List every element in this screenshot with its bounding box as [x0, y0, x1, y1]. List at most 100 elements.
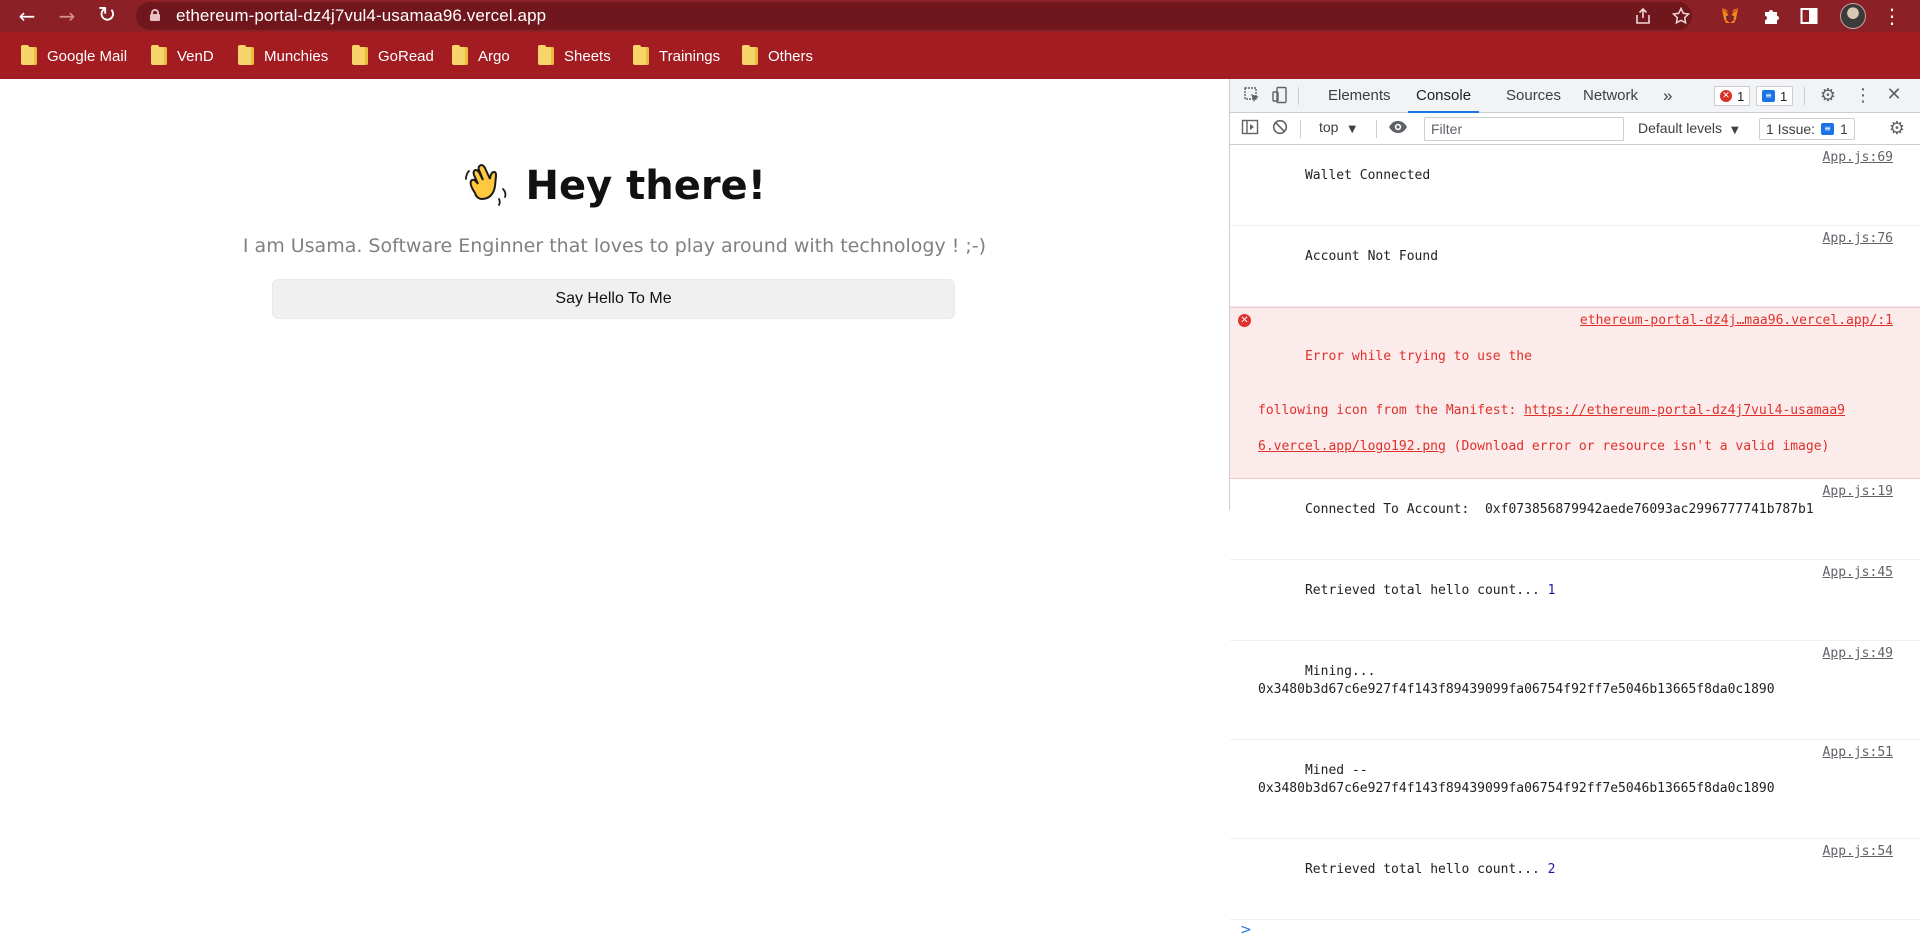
console-output: Wallet Connected App.js:69 Account Not F… — [1230, 145, 1920, 938]
separator — [1376, 120, 1377, 138]
error-text-line2: following icon from the Manifest: — [1258, 403, 1525, 418]
message-text: Retrieved total hello count... — [1304, 583, 1548, 598]
bookmark-label: Sheets — [564, 47, 611, 65]
star-icon[interactable] — [1668, 3, 1694, 29]
message-count: 1 — [1780, 88, 1788, 104]
issues-label: 1 Issue: — [1766, 121, 1816, 137]
devtools-tabbar: Elements Console Sources Network » ✕ 1 ≡… — [1230, 79, 1920, 113]
message-number: 2 — [1547, 862, 1556, 877]
back-button[interactable]: ← — [14, 3, 40, 29]
say-hello-button[interactable]: Say Hello To Me — [272, 279, 955, 319]
bookmark-argo[interactable]: Argo — [452, 45, 510, 67]
tab-console[interactable]: Console — [1408, 79, 1480, 113]
context-select[interactable]: top ▼ — [1319, 119, 1356, 135]
manifest-icon-link[interactable]: https://ethereum-portal-dz4j7vul4-usamaa… — [1524, 403, 1845, 418]
devtools-menu-icon[interactable]: ⋮ — [1853, 86, 1873, 106]
settings-gear-icon[interactable]: ⚙ — [1818, 86, 1838, 106]
bookmark-label: Google Mail — [47, 47, 128, 65]
message-text: Retrieved total hello count... — [1304, 862, 1548, 877]
bookmark-label: GoRead — [378, 47, 434, 65]
more-tabs-icon[interactable]: » — [1663, 79, 1672, 113]
share-icon[interactable] — [1630, 3, 1656, 29]
page-header: Hey there! — [0, 163, 1229, 209]
profile-avatar[interactable] — [1840, 3, 1866, 29]
message-count-badge[interactable]: ≡ 1 — [1756, 86, 1794, 106]
menu-kebab-icon[interactable]: ⋮ — [1880, 4, 1904, 28]
source-link[interactable]: App.js:69 — [1823, 149, 1893, 167]
lock-icon[interactable] — [150, 9, 160, 21]
source-link[interactable]: ethereum-portal-dz4j…maa96.vercel.app/:1 — [1580, 312, 1893, 330]
bookmark-munchies[interactable]: Munchies — [238, 45, 328, 67]
source-link[interactable]: App.js:54 — [1823, 843, 1893, 861]
source-link[interactable]: App.js:45 — [1823, 564, 1893, 582]
message-text: Mined -- 0x3480b3d67c6e927f4f143f8943909… — [1258, 763, 1775, 796]
issue-icon: ≡ — [1821, 123, 1835, 135]
reload-button[interactable]: ↻ — [94, 3, 120, 29]
bookmark-label: Argo — [478, 47, 510, 65]
bookmark-vend[interactable]: VenD — [151, 45, 214, 67]
url-text[interactable]: ethereum-portal-dz4j7vul4-usamaa96.verce… — [176, 6, 546, 26]
bookmark-sheets[interactable]: Sheets — [538, 45, 611, 67]
console-message: Retrieved total hello count... 1 App.js:… — [1230, 560, 1920, 641]
issues-button[interactable]: 1 Issue: ≡ 1 — [1759, 118, 1855, 140]
browser-toolbar: ← → ↻ ethereum-portal-dz4j7vul4-usamaa96… — [0, 0, 1920, 32]
side-panel-icon[interactable] — [1797, 4, 1821, 28]
extensions-puzzle-icon[interactable] — [1760, 4, 1784, 28]
folder-icon — [538, 45, 554, 65]
error-icon: ✕ — [1720, 90, 1732, 102]
separator — [1300, 120, 1301, 138]
live-expression-eye-icon[interactable] — [1387, 119, 1409, 140]
folder-icon — [352, 45, 368, 65]
bookmark-google-mail[interactable]: Google Mail — [21, 45, 127, 67]
console-message: Connected To Account: 0xf073856879942aed… — [1230, 479, 1920, 560]
bookmark-label: Trainings — [659, 47, 721, 65]
message-text: Mining... 0x3480b3d67c6e927f4f143f894390… — [1258, 664, 1775, 697]
console-filterbar: top ▼ Default levels ▼ 1 Issue: ≡ 1 ⚙ — [1230, 113, 1920, 145]
tab-elements[interactable]: Elements — [1328, 79, 1391, 113]
bookmark-others[interactable]: Others — [742, 45, 813, 67]
folder-icon — [742, 45, 758, 65]
chevron-down-icon: ▼ — [1348, 124, 1357, 135]
console-filter-input[interactable] — [1424, 117, 1624, 141]
console-message: Retrieved total hello count... 2 App.js:… — [1230, 839, 1920, 920]
inspect-element-icon[interactable] — [1242, 86, 1262, 109]
device-toolbar-icon[interactable] — [1270, 86, 1290, 109]
sidebar-toggle-icon[interactable] — [1240, 119, 1260, 140]
console-prompt-icon: > — [1240, 922, 1252, 938]
error-count: 1 — [1737, 88, 1745, 104]
console-prompt-row[interactable]: > — [1230, 920, 1920, 942]
folder-icon — [452, 45, 468, 65]
bookmark-label: VenD — [177, 47, 214, 65]
page-content: Hey there! I am Usama. Software Enginner… — [0, 79, 1229, 510]
forward-button[interactable]: → — [54, 3, 80, 29]
source-link[interactable]: App.js:49 — [1823, 645, 1893, 663]
bookmark-trainings[interactable]: Trainings — [633, 45, 720, 67]
error-text-line3: (Download error or resource isn't a vali… — [1445, 439, 1830, 454]
log-levels-select[interactable]: Default levels ▼ — [1638, 120, 1739, 136]
manifest-icon-link-cont[interactable]: 6.vercel.app/logo192.png — [1258, 439, 1446, 454]
clear-console-icon[interactable] — [1270, 119, 1290, 140]
waving-hand-icon — [463, 163, 509, 209]
tab-sources[interactable]: Sources — [1506, 79, 1561, 113]
issues-count: 1 — [1840, 121, 1848, 137]
separator — [1804, 87, 1805, 105]
bookmark-goread[interactable]: GoRead — [352, 45, 434, 67]
console-message: Mining... 0x3480b3d67c6e927f4f143f894390… — [1230, 641, 1920, 740]
error-icon: ✕ — [1238, 314, 1251, 327]
console-settings-gear-icon[interactable]: ⚙ — [1887, 119, 1907, 139]
message-icon: ≡ — [1762, 90, 1775, 102]
folder-icon — [21, 45, 37, 65]
error-count-badge[interactable]: ✕ 1 — [1714, 86, 1751, 106]
source-link[interactable]: App.js:19 — [1823, 483, 1893, 501]
console-message: Account Not Found App.js:76 — [1230, 226, 1920, 307]
source-link[interactable]: App.js:51 — [1823, 744, 1893, 762]
message-number: 1 — [1547, 583, 1556, 598]
error-text-line1: Error while trying to use the — [1304, 349, 1532, 364]
console-message: Wallet Connected App.js:69 — [1230, 145, 1920, 226]
source-link[interactable]: App.js:76 — [1823, 230, 1893, 248]
page-subtitle: I am Usama. Software Enginner that loves… — [242, 235, 987, 257]
metamask-fox-icon[interactable] — [1718, 4, 1742, 28]
close-devtools-icon[interactable]: ✕ — [1884, 85, 1904, 105]
tab-network[interactable]: Network — [1583, 79, 1638, 113]
message-text: Wallet Connected — [1304, 168, 1431, 183]
